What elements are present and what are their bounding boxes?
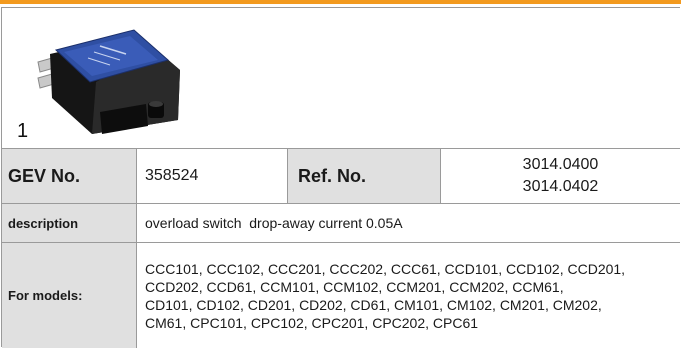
image-index-label: 1: [17, 120, 29, 142]
gev-ref-row: GEV No. 358524 Ref. No. 3014.0400 3014.0…: [2, 149, 680, 204]
rocker-switch-product-photo: [37, 29, 180, 134]
product-table: 1 GEV No. 358524 Ref. No. 3014.0400 3014…: [1, 7, 680, 348]
gev-no-value: 358524: [137, 149, 288, 203]
description-row: description overload switch drop-away cu…: [2, 204, 680, 243]
ref-no-label: Ref. No.: [288, 149, 441, 203]
description-label: description: [2, 204, 137, 242]
ref-no-value-2: 3014.0402: [522, 178, 599, 195]
models-row: For models: CCC101, CCC102, CCC201, CCC2…: [2, 243, 680, 348]
models-label: For models:: [2, 243, 137, 348]
ref-no-values: 3014.0400 3014.0402: [441, 149, 680, 203]
header-accent-bar: [0, 0, 681, 4]
models-list-text: CCC101, CCC102, CCC201, CCC202, CCC61, C…: [145, 260, 626, 331]
product-image-cell: 1: [2, 8, 680, 149]
ref-no-value-1: 3014.0400: [522, 156, 599, 173]
description-value: overload switch drop-away current 0.05A: [145, 215, 403, 231]
models-value: CCC101, CCC102, CCC201, CCC202, CCC61, C…: [137, 243, 680, 348]
gev-no-label: GEV No.: [2, 149, 137, 203]
